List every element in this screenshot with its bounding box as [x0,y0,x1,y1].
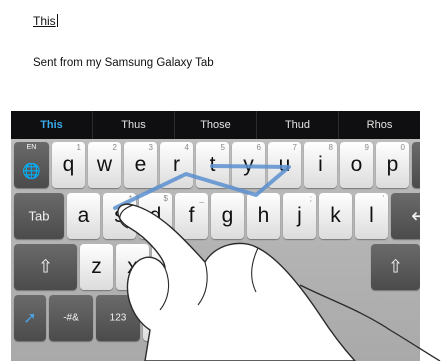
swype-keyboard: EN 🌐 1q 2w 3e 4r 5t 6y 7u 8i 9o 0p ⌫ Tab… [11,139,420,361]
shift-key-right[interactable]: ⇧ [371,244,420,290]
key-k[interactable]: k [319,193,352,239]
key-p[interactable]: 0p [376,142,409,188]
key-t[interactable]: 5t [196,142,229,188]
shift-icon: ⇧ [37,256,54,277]
suggestion-item[interactable]: This [11,111,92,139]
suggestion-item[interactable]: Rhos [338,111,420,139]
numbers-key[interactable]: 123 [96,295,140,341]
tab-key[interactable]: Tab [14,193,64,239]
shift-icon: ⇧ [387,256,404,277]
key-u[interactable]: 7u [268,142,301,188]
space-key[interactable] [143,295,303,341]
key-q[interactable]: 1q [52,142,85,188]
language-key[interactable]: EN 🌐 [14,142,49,188]
enter-icon: ↵ [411,205,420,228]
key-y[interactable]: 6y [232,142,265,188]
text-cursor [56,14,58,27]
key-c[interactable]: c [152,244,185,290]
key-s[interactable]: * s [103,193,136,239]
email-signature: Sent from my Samsung Galaxy Tab [33,57,214,69]
suggestion-item[interactable]: Thus [92,111,174,139]
key-f[interactable]: _ f [175,193,208,239]
key-w[interactable]: 2w [88,142,121,188]
key-o[interactable]: 9o [340,142,373,188]
key-z[interactable]: z [80,244,113,290]
key-g[interactable]: g [211,193,244,239]
key-x[interactable]: x [116,244,149,290]
key-d[interactable]: $ d [139,193,172,239]
symbols-key[interactable]: -#& [49,295,93,341]
message-compose-area[interactable]: This Sent from my Samsung Galaxy Tab [11,0,420,111]
key-h[interactable]: h [247,193,280,239]
language-label: EN [26,144,37,151]
key-i[interactable]: 8i [304,142,337,188]
key-j[interactable]: ; j [283,193,316,239]
backspace-key[interactable]: ⌫ [412,142,420,188]
swype-logo-icon: ➚ [23,310,37,327]
word-suggestion-bar: This Thus Those Thud Rhos [11,111,420,139]
key-e[interactable]: 3e [124,142,157,188]
key-r[interactable]: 4r [160,142,193,188]
globe-icon: 🌐 [22,163,41,180]
suggestion-item[interactable]: Thud [256,111,338,139]
suggestion-item[interactable]: Those [174,111,256,139]
key-l[interactable]: ' l [355,193,388,239]
enter-key[interactable]: ↵ [391,193,420,239]
message-body-text[interactable]: This [33,14,58,28]
tablet-screen: This Sent from my Samsung Galaxy Tab Thi… [11,0,420,361]
swype-key[interactable]: ➚ [14,295,46,341]
backspace-icon: ⌫ [412,157,420,173]
shift-key-left[interactable]: ⇧ [14,244,77,290]
typed-word: This [33,14,56,28]
key-a[interactable]: a [67,193,100,239]
